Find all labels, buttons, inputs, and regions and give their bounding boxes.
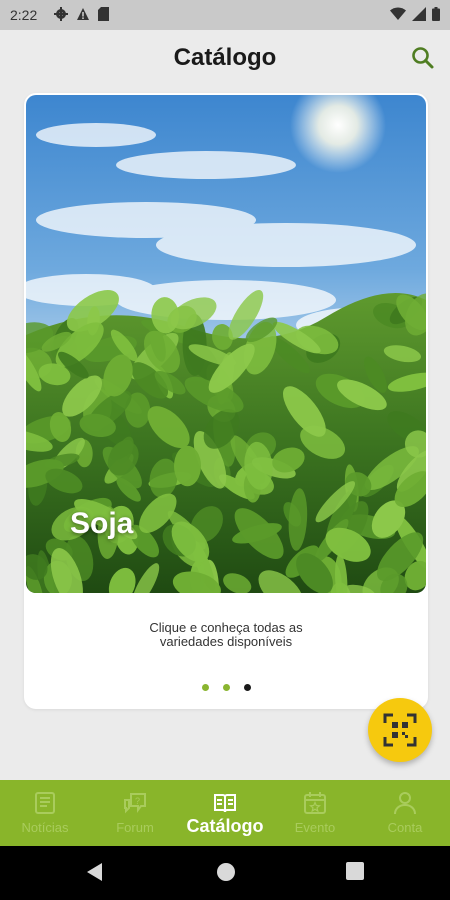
card-description-line-1: Clique e conheça todas as [149, 620, 303, 635]
qr-scan-button[interactable] [368, 698, 432, 762]
card-description: Clique e conheça todas as variedades dis… [24, 621, 428, 649]
nav-label: Evento [294, 820, 336, 835]
recents-button[interactable] [346, 862, 364, 885]
back-icon [87, 863, 102, 881]
recents-icon [346, 862, 364, 880]
person-icon [394, 792, 416, 815]
nav-label: Forum [116, 820, 154, 835]
newspaper-icon [35, 792, 55, 814]
status-bar: 2:22 [0, 0, 450, 30]
card-title: Soja [70, 507, 134, 540]
nav-label: Conta [387, 820, 423, 835]
back-button[interactable] [86, 862, 104, 887]
search-icon [412, 47, 434, 69]
pager-dot[interactable] [243, 684, 251, 691]
settings-icon [54, 7, 68, 21]
page-title: Catálogo [173, 44, 277, 71]
search-button[interactable] [410, 45, 436, 71]
sim-card-icon [98, 7, 109, 21]
nav-label: Notícias [21, 820, 69, 835]
app-header: Catálogo [0, 30, 450, 88]
pager-dot[interactable] [201, 684, 209, 691]
warning-icon [77, 8, 89, 20]
nav-item-noticias[interactable]: Notícias [0, 780, 90, 846]
status-time: 2:22 [10, 7, 38, 23]
pager-dot[interactable] [222, 684, 230, 691]
system-navigation-bar [0, 846, 450, 900]
nav-item-forum[interactable]: ? Forum [90, 780, 180, 846]
nav-label: Catálogo [186, 816, 264, 836]
qr-code-icon [383, 713, 417, 747]
battery-icon [432, 7, 440, 21]
wifi-icon [390, 7, 406, 20]
nav-item-catalogo[interactable]: Catálogo [180, 780, 270, 846]
chat-question-icon: ? [124, 793, 146, 814]
home-button[interactable] [216, 862, 236, 887]
book-icon [214, 794, 236, 813]
nav-item-evento[interactable]: Evento [270, 780, 360, 846]
pager-dots [24, 684, 428, 691]
home-icon [217, 863, 235, 881]
hero-image: Soja [26, 95, 426, 593]
bottom-navigation: Notícias ? Forum Catálogo Evento Conta [0, 780, 450, 846]
svg-text:?: ? [135, 796, 140, 806]
catalog-card[interactable]: Soja Clique e conheça todas as variedade… [24, 93, 428, 709]
card-description-line-2: variedades disponíveis [159, 634, 293, 649]
signal-icon [412, 7, 426, 21]
nav-item-conta[interactable]: Conta [360, 780, 450, 846]
calendar-star-icon [304, 792, 326, 814]
